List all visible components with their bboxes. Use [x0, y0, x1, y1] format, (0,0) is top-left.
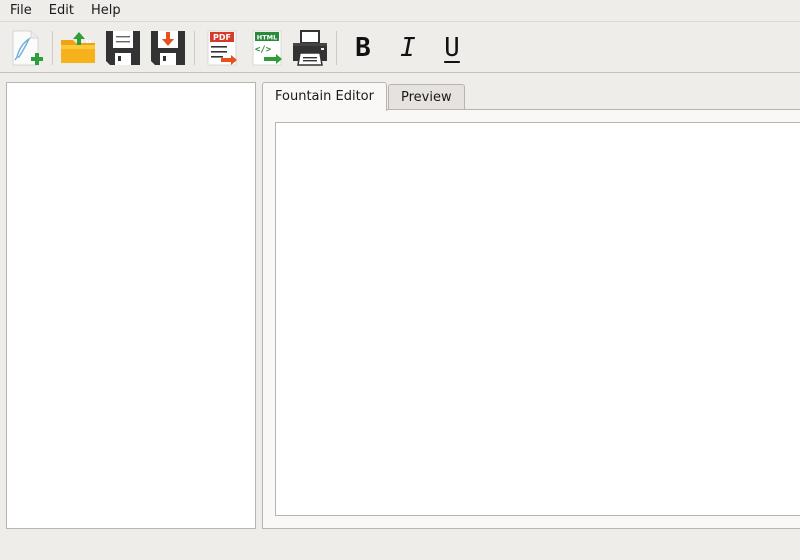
italic-button[interactable]: I	[388, 28, 428, 68]
fountain-text-editor[interactable]	[275, 122, 800, 516]
new-document-button[interactable]	[6, 28, 46, 68]
new-document-icon	[12, 30, 43, 66]
save-as-button[interactable]	[148, 28, 188, 68]
tab-content	[262, 109, 800, 529]
print-button[interactable]	[290, 28, 330, 68]
editor-tabs-panel: Fountain Editor Preview	[262, 82, 800, 529]
export-pdf-button[interactable]: PDF	[202, 28, 242, 68]
italic-icon: I	[400, 33, 416, 63]
export-pdf-icon: PDF	[207, 30, 237, 66]
menu-bar: File Edit Help	[0, 0, 800, 21]
scene-list-panel[interactable]	[6, 82, 256, 529]
toolbar: PDF HTML </> B I U	[0, 21, 800, 73]
bold-button[interactable]: B	[343, 28, 383, 68]
toolbar-separator	[52, 31, 53, 65]
open-button[interactable]	[58, 28, 98, 68]
menu-file[interactable]: File	[3, 0, 39, 21]
export-html-button[interactable]: HTML </>	[247, 28, 287, 68]
html-badge-text: HTML	[257, 34, 277, 42]
save-button[interactable]	[103, 28, 143, 68]
tab-fountain-editor[interactable]: Fountain Editor	[262, 82, 387, 111]
export-html-icon: HTML </>	[252, 30, 282, 66]
underline-button[interactable]: U	[432, 28, 472, 68]
open-folder-icon	[61, 32, 95, 63]
underline-icon: U	[444, 33, 460, 63]
menu-edit[interactable]: Edit	[42, 0, 81, 21]
tab-preview[interactable]: Preview	[388, 84, 465, 110]
save-as-icon	[151, 31, 185, 65]
toolbar-separator	[336, 31, 337, 65]
toolbar-separator	[194, 31, 195, 65]
code-brackets: </>	[255, 45, 272, 55]
print-icon	[293, 30, 327, 66]
pdf-badge-text: PDF	[213, 33, 231, 42]
menu-help[interactable]: Help	[84, 0, 128, 21]
bold-icon: B	[355, 33, 371, 63]
save-icon	[106, 31, 140, 65]
